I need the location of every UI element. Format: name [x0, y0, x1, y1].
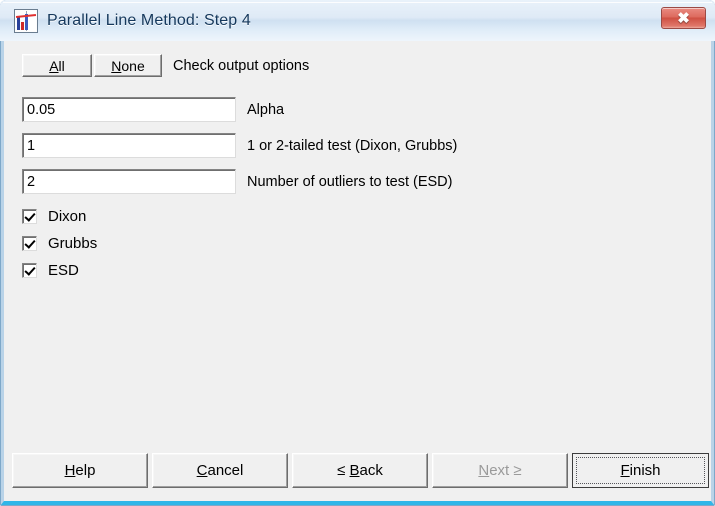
select-none-label: None: [111, 57, 145, 74]
field-row-tails: 1 1 or 2-tailed test (Dixon, Grubbs): [22, 133, 457, 158]
select-none-rest: one: [121, 57, 145, 74]
help-button-label: Help: [64, 462, 96, 479]
esd-label: ESD: [48, 262, 79, 279]
outliers-label: Number of outliers to test (ESD): [247, 173, 453, 190]
spreadsheet-chart-icon: [14, 8, 38, 33]
select-all-label: All: [49, 57, 65, 74]
tails-input[interactable]: 1: [22, 133, 236, 158]
title-bar[interactable]: Parallel Line Method: Step 4 ✖: [0, 0, 715, 41]
dialog-window: Parallel Line Method: Step 4 ✖ All None …: [0, 0, 715, 506]
tails-label: 1 or 2-tailed test (Dixon, Grubbs): [247, 137, 458, 154]
output-options-instruction: Check output options: [173, 57, 310, 74]
dixon-checkbox[interactable]: [22, 209, 37, 224]
select-none-button[interactable]: None: [94, 54, 162, 77]
outliers-input[interactable]: 2: [22, 169, 236, 194]
finish-focus-ring: Finish: [576, 457, 705, 484]
finish-button[interactable]: Finish: [572, 453, 709, 488]
checkbox-row-grubbs[interactable]: Grubbs: [22, 235, 97, 252]
finish-button-label: Finish: [620, 462, 661, 479]
close-icon: ✖: [677, 9, 690, 27]
cancel-button-label: Cancel: [196, 462, 244, 479]
alpha-label: Alpha: [247, 101, 285, 118]
dialog-button-bar: Help Cancel ≤ Back Next ≥ Finish: [4, 445, 711, 505]
dialog-client-area: All None Check output options 0.05 Alpha…: [4, 41, 711, 501]
help-button[interactable]: Help: [12, 453, 148, 488]
next-button: Next ≥: [432, 453, 568, 488]
back-button[interactable]: ≤ Back: [292, 453, 428, 488]
back-button-label: ≤ Back: [337, 462, 383, 479]
esd-checkbox[interactable]: [22, 263, 37, 278]
titlebar-highlight: [3, 2, 712, 3]
grubbs-label: Grubbs: [48, 235, 98, 252]
grubbs-checkbox[interactable]: [22, 236, 37, 251]
window-title: Parallel Line Method: Step 4: [47, 11, 251, 29]
checkbox-row-dixon[interactable]: Dixon: [22, 208, 86, 225]
output-options-toolbar: All None Check output options: [22, 54, 309, 77]
field-row-outliers: 2 Number of outliers to test (ESD): [22, 169, 453, 194]
checkbox-row-esd[interactable]: ESD: [22, 262, 79, 279]
cancel-button[interactable]: Cancel: [152, 453, 288, 488]
field-row-alpha: 0.05 Alpha: [22, 97, 284, 122]
select-all-rest: ll: [58, 57, 65, 74]
alpha-input[interactable]: 0.05: [22, 97, 236, 122]
next-button-label: Next ≥: [478, 462, 522, 479]
bottom-separator: [4, 437, 711, 438]
dixon-label: Dixon: [48, 208, 87, 225]
close-button[interactable]: ✖: [661, 7, 706, 29]
select-all-button[interactable]: All: [22, 54, 92, 77]
